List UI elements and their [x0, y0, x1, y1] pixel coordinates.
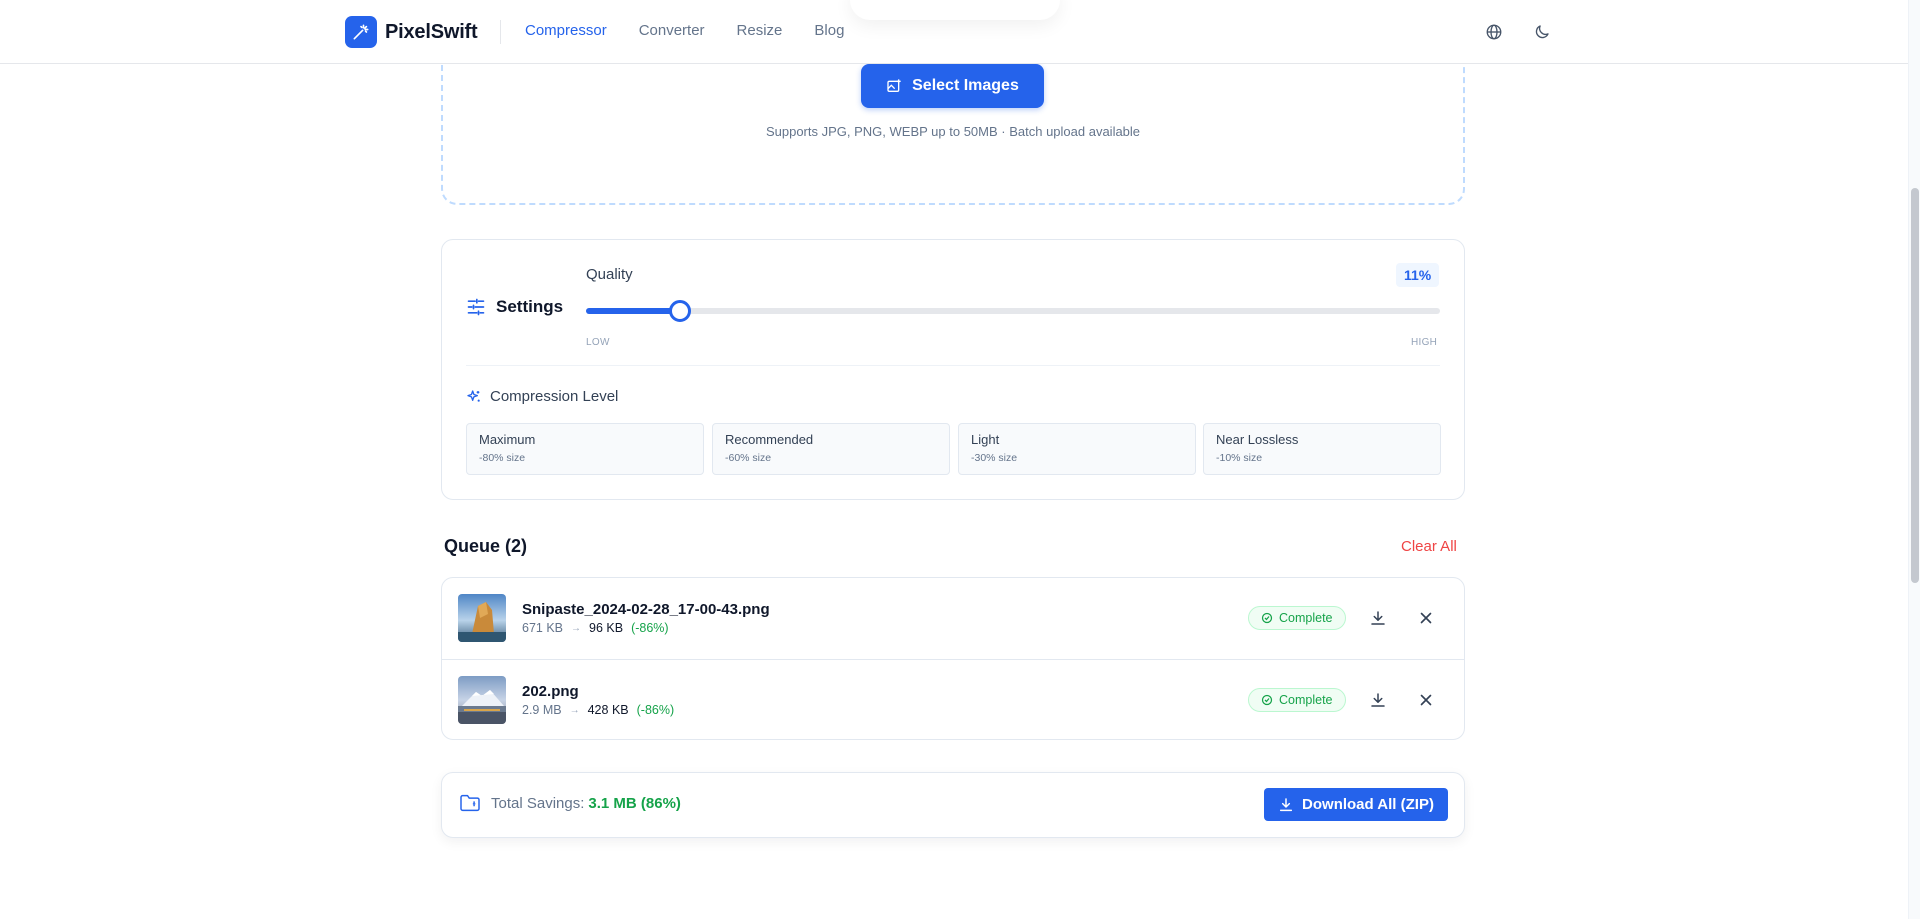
quality-slider[interactable]: [586, 300, 1440, 322]
nav-blog[interactable]: Blog: [814, 22, 844, 39]
level-size: -30% size: [971, 452, 1018, 464]
level-name: Near Lossless: [1216, 432, 1299, 447]
arrow-right-icon: →: [571, 622, 582, 634]
queue-list: Snipaste_2024-02-28_17-00-43.png 671 KB …: [441, 577, 1465, 740]
select-images-button[interactable]: Select Images: [861, 64, 1044, 108]
quality-slider-fill: [586, 308, 680, 314]
image-plus-icon: [887, 79, 901, 92]
file-name: 202.png: [522, 683, 579, 700]
original-size: 2.9 MB: [522, 703, 562, 717]
savings-percent: (-86%): [636, 703, 675, 717]
check-circle-icon: [1261, 694, 1273, 706]
clear-all-button[interactable]: Clear All: [1401, 538, 1457, 555]
quality-label: Quality: [586, 266, 633, 283]
remove-button[interactable]: [1413, 605, 1439, 631]
floating-shadow: [850, 0, 1060, 20]
remove-button[interactable]: [1413, 687, 1439, 713]
queue-item: 202.png 2.9 MB → 428 KB (-86%) Complete: [442, 659, 1464, 739]
image-thumbnail: [458, 676, 506, 724]
download-button[interactable]: [1365, 687, 1391, 713]
globe-icon[interactable]: [1483, 21, 1505, 43]
download-button[interactable]: [1365, 605, 1391, 631]
slider-high-label: HIGH: [1411, 337, 1438, 348]
download-icon: [1279, 797, 1293, 811]
status-badge: Complete: [1248, 688, 1346, 712]
nav-converter[interactable]: Converter: [639, 22, 705, 39]
close-icon: [1420, 612, 1432, 624]
level-option-near-lossless[interactable]: Near Lossless -10% size: [1203, 423, 1441, 475]
folder-archive-icon: [460, 794, 480, 812]
level-option-light[interactable]: Light -30% size: [958, 423, 1196, 475]
level-name: Recommended: [725, 432, 814, 447]
file-sizes: 2.9 MB → 428 KB (-86%): [522, 703, 674, 717]
quality-slider-thumb[interactable]: [668, 300, 691, 322]
image-thumbnail: [458, 594, 506, 642]
original-size: 671 KB: [522, 621, 564, 635]
nav-compressor[interactable]: Compressor: [525, 22, 607, 39]
compression-level-heading: Compression Level: [466, 388, 618, 405]
header-divider: [500, 20, 501, 44]
level-option-maximum[interactable]: Maximum -80% size: [466, 423, 704, 475]
download-icon: [1371, 611, 1385, 625]
level-name: Light: [971, 432, 1000, 447]
logo[interactable]: PixelSwift: [345, 16, 478, 48]
download-all-button[interactable]: Download All (ZIP): [1264, 788, 1448, 821]
status-badge: Complete: [1248, 606, 1346, 630]
moon-icon[interactable]: [1531, 21, 1553, 43]
scrollbar-thumb[interactable]: [1911, 188, 1919, 583]
app-name: PixelSwift: [385, 20, 478, 43]
level-size: -10% size: [1216, 452, 1263, 464]
file-sizes: 671 KB → 96 KB (-86%): [522, 621, 669, 635]
download-icon: [1371, 693, 1385, 707]
magic-wand-icon: [345, 16, 377, 48]
page-scrollbar[interactable]: [1908, 0, 1920, 919]
status-text: Complete: [1279, 693, 1333, 707]
download-all-label: Download All (ZIP): [1302, 796, 1434, 813]
check-circle-icon: [1261, 612, 1273, 624]
total-savings: Total Savings: 3.1 MB (86%): [459, 794, 681, 812]
file-name: Snipaste_2024-02-28_17-00-43.png: [522, 601, 770, 618]
level-size: -80% size: [479, 452, 526, 464]
select-images-label: Select Images: [912, 77, 1019, 94]
slider-low-label: LOW: [586, 337, 610, 348]
total-savings-label: Total Savings:: [491, 794, 585, 812]
savings-percent: (-86%): [631, 621, 669, 635]
queue-title: Queue (2): [444, 536, 528, 556]
nav-resize[interactable]: Resize: [737, 22, 783, 39]
compressed-size: 96 KB: [589, 621, 624, 635]
sparkles-icon: [467, 389, 480, 402]
compressed-size: 428 KB: [587, 703, 629, 717]
compression-level-title: Compression Level: [490, 388, 619, 405]
status-text: Complete: [1279, 611, 1333, 625]
quality-value-badge: 11%: [1396, 263, 1440, 287]
level-size: -60% size: [725, 452, 772, 464]
main-nav: Compressor Converter Resize Blog: [525, 22, 844, 39]
queue-item: Snipaste_2024-02-28_17-00-43.png 671 KB …: [442, 578, 1464, 659]
level-name: Maximum: [479, 432, 536, 447]
settings-heading: Settings: [466, 297, 563, 317]
upload-hint: Supports JPG, PNG, WEBP up to 50MB · Bat…: [765, 124, 1141, 139]
close-icon: [1420, 694, 1432, 706]
sliders-icon: [467, 298, 485, 316]
settings-title: Settings: [496, 297, 564, 316]
settings-divider: [466, 365, 1440, 366]
total-savings-value: 3.1 MB (86%): [588, 794, 681, 812]
level-option-recommended[interactable]: Recommended -60% size: [712, 423, 950, 475]
arrow-right-icon: →: [569, 704, 580, 716]
